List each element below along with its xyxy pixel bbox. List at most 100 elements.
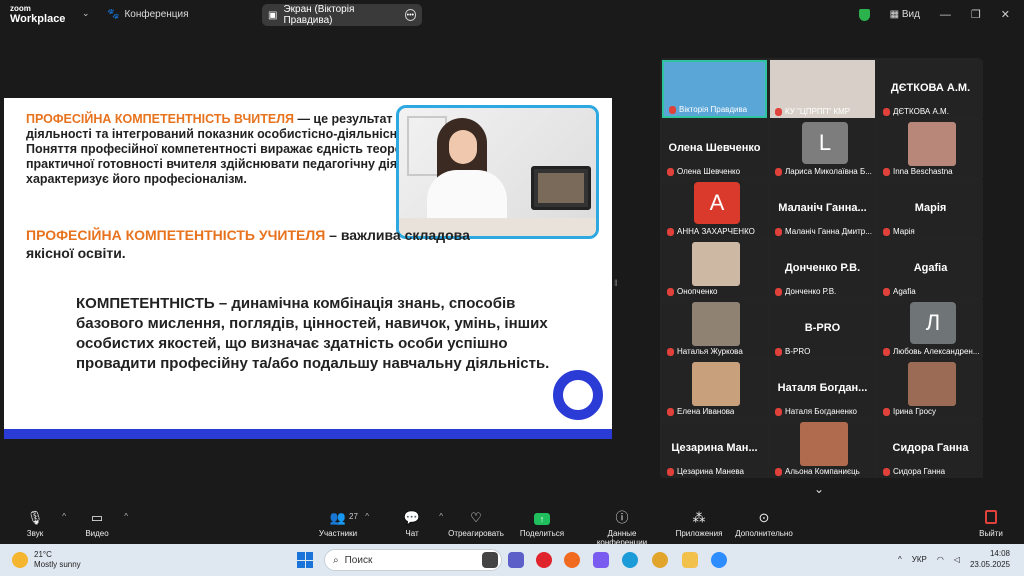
- language-indicator[interactable]: УКР: [912, 555, 927, 564]
- view-label: Вид: [901, 9, 920, 20]
- edge-icon[interactable]: [622, 552, 638, 568]
- audio-button[interactable]: 🎙 Звук ^: [0, 510, 70, 538]
- participant-tile[interactable]: Вікторія Правдива: [662, 60, 767, 118]
- participant-label: Наталья Журкова: [667, 347, 743, 356]
- start-button[interactable]: [297, 552, 313, 568]
- taskbar-search[interactable]: ⌕ Поиск: [324, 549, 502, 571]
- task-view-icon[interactable]: [482, 552, 498, 568]
- participant-tile[interactable]: L Лариса Миколаївна Б...: [770, 120, 875, 178]
- speaker-icon[interactable]: ◁: [954, 555, 960, 564]
- participant-tile[interactable]: Донченко Р.В. Донченко Р.В.: [770, 240, 875, 298]
- clock[interactable]: 14:08 23.05.2025: [970, 548, 1010, 570]
- weather-widget[interactable]: 21°C Mostly sunny: [12, 550, 81, 570]
- participant-tile[interactable]: Л Любовь Александрен...: [878, 300, 983, 358]
- file-explorer-icon[interactable]: [682, 552, 698, 568]
- participant-name: Любовь Александрен...: [893, 347, 980, 356]
- video-button[interactable]: ▭ Видео ^: [62, 510, 132, 538]
- view-button[interactable]: ▦ Вид: [890, 9, 920, 20]
- participant-tile[interactable]: Наталья Журкова: [662, 300, 767, 358]
- firefox-icon[interactable]: [564, 552, 580, 568]
- participant-name: АННА ЗАХАРЧЕНКО: [677, 227, 755, 236]
- participant-tile[interactable]: Альона Компаниєць: [770, 420, 875, 478]
- participant-label: B-PRO: [775, 347, 810, 356]
- participant-tile[interactable]: Agafia Agafia: [878, 240, 983, 298]
- participant-tile[interactable]: A АННА ЗАХАРЧЕНКО: [662, 180, 767, 238]
- participant-name-large: Agafia: [913, 262, 948, 274]
- opera-icon[interactable]: [536, 552, 552, 568]
- more-icon[interactable]: •••: [404, 9, 416, 21]
- participant-tile[interactable]: B-PRO B-PRO: [770, 300, 875, 358]
- participant-tile[interactable]: Олена Шевченко Олена Шевченко: [662, 120, 767, 178]
- zoom-taskbar-icon[interactable]: [711, 552, 727, 568]
- participants-icon: 👥: [329, 510, 347, 525]
- maximize-button[interactable]: ❐: [971, 8, 981, 21]
- participant-tile[interactable]: Елена Иванова: [662, 360, 767, 418]
- audio-label: Звук: [26, 529, 44, 538]
- video-options-icon[interactable]: ^: [124, 512, 128, 521]
- wifi-icon[interactable]: ◠: [937, 555, 944, 564]
- react-label: Отреагировать: [448, 529, 504, 538]
- apps-button[interactable]: ⁂ Приложения: [664, 510, 734, 538]
- participant-name: Маланіч Ганна Дмитр...: [785, 227, 872, 236]
- participant-tile[interactable]: Марія Марія: [878, 180, 983, 238]
- mic-muted-icon: [775, 347, 782, 356]
- participant-tile[interactable]: Inna Beschastna: [878, 120, 983, 178]
- sun-icon: [12, 552, 28, 568]
- conference-menu[interactable]: 🐾 Конференция: [107, 9, 189, 20]
- shared-screen-slide: ПРОФЕСІЙНА КОМПЕТЕНТНІСТЬ ВЧИТЕЛЯ — це р…: [4, 98, 612, 439]
- splitter-handle[interactable]: ‖: [614, 278, 618, 288]
- mic-muted-icon: [667, 347, 674, 356]
- participant-tile[interactable]: ДЄТКОВА А.М. ДЄТКОВА А.М.: [878, 60, 983, 118]
- participant-tile[interactable]: Маланіч Ганна... Маланіч Ганна Дмитр...: [770, 180, 875, 238]
- react-button[interactable]: ♡ Отреагировать: [441, 510, 511, 538]
- participant-label: Цезарина Манева: [667, 467, 744, 476]
- encryption-shield-icon[interactable]: [858, 8, 870, 21]
- participant-avatar: L: [802, 122, 848, 164]
- mic-muted-icon: [883, 167, 890, 176]
- slide-p2-lead: ПРОФЕСІЙНА КОМПЕТЕНТНІСТЬ УЧИТЕЛЯ: [26, 227, 326, 243]
- zoom-logo: zoom Workplace: [10, 4, 65, 25]
- participant-tile[interactable]: Цезарина Ман... Цезарина Манева: [662, 420, 767, 478]
- search-icon: ⌕: [333, 554, 339, 566]
- chevron-down-icon[interactable]: ⌄: [82, 8, 90, 19]
- participants-button[interactable]: 👥 Участники ^: [303, 510, 373, 538]
- participant-name: Марія: [893, 227, 915, 236]
- copilot-icon[interactable]: [593, 552, 609, 568]
- participant-name-large: Сидора Ганна: [892, 442, 969, 454]
- participant-name: Agafia: [893, 287, 916, 296]
- mic-muted-icon: [775, 167, 782, 176]
- leave-button[interactable]: Выйти: [956, 510, 1024, 538]
- participant-name: Вікторія Правдива: [679, 105, 748, 114]
- meeting-info-button[interactable]: ⓘ Данные конференции: [587, 510, 657, 547]
- participant-label: Онопченко: [667, 287, 718, 296]
- participant-tile[interactable]: Онопченко: [662, 240, 767, 298]
- screen-share-pill[interactable]: ▣ Экран (Вікторія Правдива) •••: [262, 4, 422, 26]
- participant-tile[interactable]: Сидора Ганна Сидора Ганна: [878, 420, 983, 478]
- chat-button[interactable]: 💬 Чат ^: [377, 510, 447, 538]
- chrome-icon[interactable]: [652, 552, 668, 568]
- system-tray: ^ УКР ◠ ◁ 14:08 23.05.2025: [898, 548, 1010, 570]
- participant-video: [692, 362, 740, 406]
- mic-muted-icon: [883, 347, 890, 356]
- participant-video: [692, 242, 740, 286]
- share-button[interactable]: ↑ Поделиться: [507, 510, 577, 538]
- minimize-button[interactable]: —: [940, 9, 951, 21]
- paw-icon: 🐾: [107, 9, 120, 20]
- slide-paragraph-2: ПРОФЕСІЙНА КОМПЕТЕНТНІСТЬ УЧИТЕЛЯ – важл…: [26, 226, 506, 262]
- more-button[interactable]: ⊙ Дополнительно: [729, 510, 799, 538]
- teams-icon[interactable]: [508, 552, 524, 568]
- participants-options-icon[interactable]: ^: [365, 512, 369, 521]
- mic-muted-icon: [883, 107, 890, 116]
- participant-label: Елена Иванова: [667, 407, 734, 416]
- participant-tile[interactable]: Ірина Гросу: [878, 360, 983, 418]
- participant-tile[interactable]: Наталя Богдан... Наталя Богданенко: [770, 360, 875, 418]
- chevron-up-icon[interactable]: ^: [898, 555, 902, 564]
- mic-muted-icon: [667, 407, 674, 416]
- share-label: Поделиться: [519, 529, 565, 538]
- gallery-next-page-icon[interactable]: ⌄: [814, 482, 824, 496]
- close-button[interactable]: ✕: [1001, 8, 1010, 21]
- more-label: Дополнительно: [735, 529, 793, 538]
- participant-tile[interactable]: КУ "ЦПРПП" КМР: [770, 60, 875, 118]
- clock-time: 14:08: [989, 549, 1010, 558]
- participant-label: Лариса Миколаївна Б...: [775, 167, 872, 176]
